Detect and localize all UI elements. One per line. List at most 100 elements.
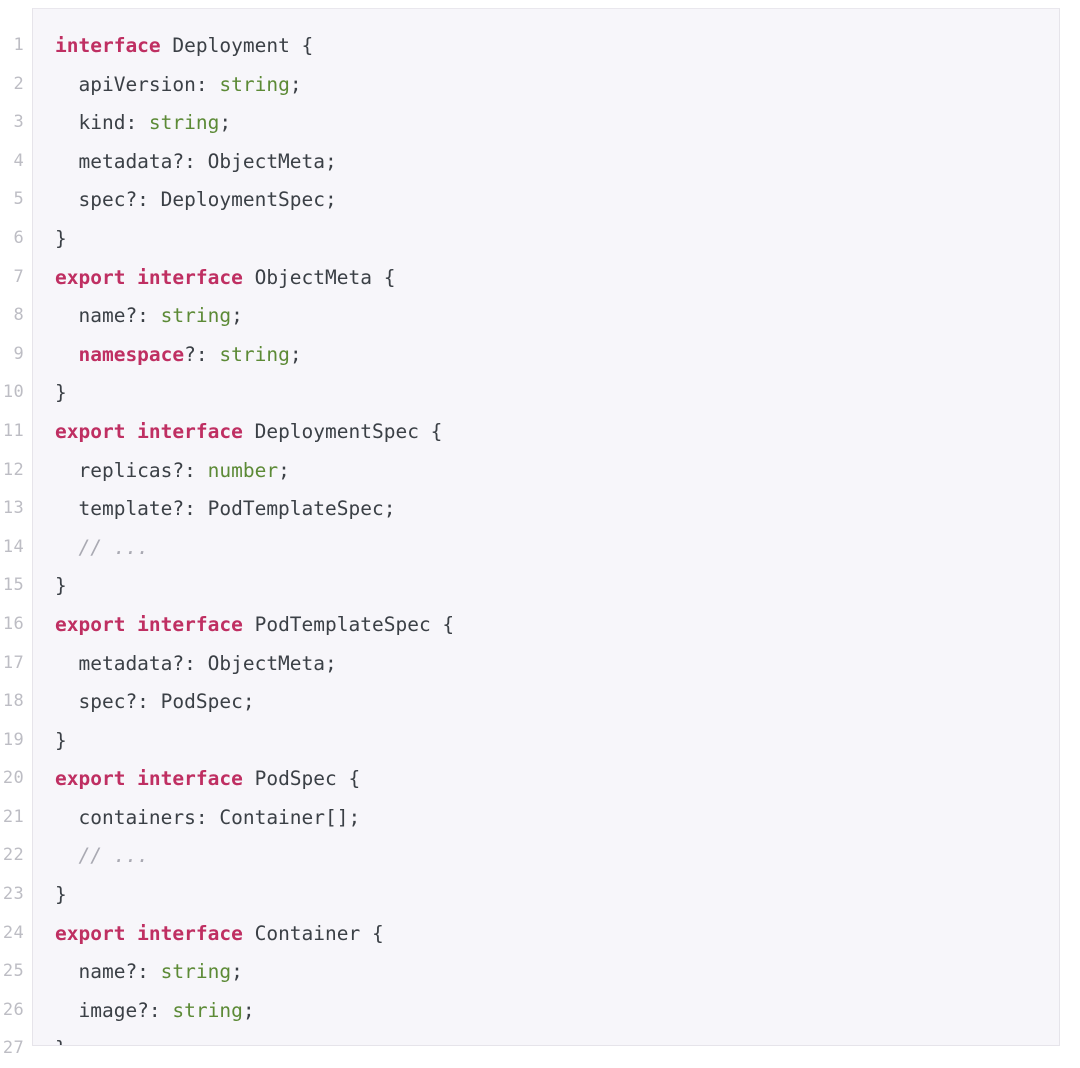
code-line[interactable]: kind: string;	[55, 104, 1059, 143]
code-token-id: ;	[289, 342, 302, 366]
code-token-typ: string	[160, 304, 232, 328]
code-line[interactable]: }	[55, 567, 1059, 606]
line-number: 22	[2, 845, 24, 866]
code-line[interactable]: // ...	[55, 837, 1059, 876]
line-number: 24	[2, 922, 24, 943]
code-token-id: DeploymentSpec {	[242, 419, 443, 443]
line-number: 3	[13, 112, 24, 133]
line-number: 18	[2, 691, 24, 712]
line-number: 2	[13, 73, 24, 94]
code-token-kw: export interface	[55, 612, 243, 636]
code-token-id: metadata?: ObjectMeta;	[55, 651, 337, 675]
line-number: 1	[13, 35, 24, 55]
code-line[interactable]: }	[55, 876, 1059, 915]
code-token-kw: export interface	[55, 767, 243, 791]
code-line[interactable]: export interface PodTemplateSpec {	[55, 606, 1059, 645]
code-line[interactable]: }	[55, 722, 1059, 761]
code-line[interactable]: // ...	[55, 529, 1059, 568]
code-token-id: ;	[242, 998, 255, 1022]
code-token-id: template?: PodTemplateSpec;	[55, 497, 396, 521]
line-number: 7	[13, 266, 24, 287]
line-number-gutter: 1 2 3 4 5 6 7 8 9 10 11 12 13 14 15 16 17 18 19 20 21 22 23 24 2…	[0, 8, 32, 1058]
code-token-id: ;	[231, 960, 243, 984]
code-line[interactable]: }	[55, 374, 1059, 413]
code-token-id: ObjectMeta {	[242, 265, 396, 289]
line-number: 20	[2, 768, 24, 789]
code-line[interactable]: metadata?: ObjectMeta;	[55, 645, 1059, 684]
code-line[interactable]: spec?: DeploymentSpec;	[55, 181, 1059, 220]
line-number: 8	[13, 305, 24, 326]
code-line[interactable]: }	[55, 1030, 1059, 1045]
code-token-id: kind:	[55, 111, 149, 135]
code-line[interactable]: }	[55, 220, 1059, 259]
line-number: 5	[13, 189, 24, 210]
code-token-id: spec?: PodSpec;	[55, 690, 255, 714]
code-line[interactable]: export interface PodSpec {	[55, 760, 1059, 799]
code-token-id: }	[55, 728, 67, 752]
line-number: 12	[2, 459, 24, 480]
code-token-kw: export interface	[55, 419, 243, 443]
line-number: 21	[2, 806, 24, 827]
code-token-id: name?:	[55, 304, 161, 328]
code-block: 1 2 3 4 5 6 7 8 9 10 11 12 13 14 15 16 17 18 19 20 21 22 23 24 2…	[0, 0, 1080, 1060]
code-line[interactable]: apiVersion: string;	[55, 66, 1059, 105]
code-token-id: }	[55, 574, 67, 598]
code-line[interactable]: interface Deployment {	[55, 27, 1059, 66]
code-token-typ: string	[160, 960, 232, 984]
code-line[interactable]: name?: string;	[55, 953, 1059, 992]
code-token-id: PodSpec {	[242, 767, 361, 791]
code-line[interactable]: export interface ObjectMeta {	[55, 259, 1059, 298]
code-token-id: containers: Container[];	[55, 805, 361, 829]
code-line[interactable]: export interface DeploymentSpec {	[55, 413, 1059, 452]
code-line[interactable]: template?: PodTemplateSpec;	[55, 490, 1059, 529]
code-token-id: ;	[289, 72, 302, 96]
code-line[interactable]: metadata?: ObjectMeta;	[55, 143, 1059, 182]
line-number: 17	[2, 652, 24, 673]
line-number: 11	[2, 420, 24, 441]
code-line[interactable]: containers: Container[];	[55, 799, 1059, 838]
code-line[interactable]: image?: string;	[55, 992, 1059, 1031]
code-token-id: image?:	[55, 998, 173, 1022]
code-token-id: metadata?: ObjectMeta;	[55, 149, 337, 173]
line-number: 23	[2, 884, 24, 905]
code-line[interactable]: namespace?: string;	[55, 336, 1059, 375]
line-number: 19	[2, 729, 24, 750]
code-token-typ: string	[219, 342, 290, 366]
line-number: 25	[2, 961, 24, 982]
code-line[interactable]: name?: string;	[55, 297, 1059, 336]
code-token-cmt: // ...	[78, 535, 149, 559]
code-token-id: Deployment {	[160, 34, 314, 57]
code-token-kw: export interface	[55, 921, 243, 945]
line-number: 16	[2, 613, 24, 634]
code-token-typ: string	[219, 72, 290, 96]
code-token-kw: namespace	[78, 342, 185, 366]
code-token-id: name?:	[55, 960, 161, 984]
code-token-id: ?:	[184, 342, 220, 366]
line-number: 9	[13, 343, 24, 364]
code-token-id: Container {	[242, 921, 384, 945]
code-token-id: }	[55, 883, 67, 907]
code-token-cmt: // ...	[78, 844, 149, 868]
code-token-id	[55, 536, 78, 559]
code-token-typ: number	[207, 458, 279, 482]
code-content-panel[interactable]: interface Deployment { apiVersion: strin…	[32, 8, 1060, 1046]
code-token-id	[55, 343, 78, 366]
code-token-id: ;	[219, 111, 232, 135]
code-line[interactable]: replicas?: number;	[55, 452, 1059, 491]
code-token-id: PodTemplateSpec {	[242, 612, 455, 636]
line-number: 15	[2, 575, 24, 596]
code-token-id: }	[55, 226, 67, 250]
code-scroll-area[interactable]: 1 2 3 4 5 6 7 8 9 10 11 12 13 14 15 16 17 18 19 20 21 22 23 24 2…	[0, 8, 1060, 1058]
code-token-id: replicas?:	[55, 458, 208, 482]
code-token-kw: interface	[55, 34, 161, 57]
line-number: 13	[2, 498, 24, 519]
code-token-id	[55, 844, 78, 867]
line-number: 14	[2, 536, 24, 557]
code-line[interactable]: export interface Container {	[55, 915, 1059, 954]
line-number: 27	[2, 1038, 24, 1059]
code-token-id: }	[55, 1037, 67, 1045]
code-line[interactable]: spec?: PodSpec;	[55, 683, 1059, 722]
line-number: 6	[13, 227, 24, 248]
line-number: 26	[2, 999, 24, 1020]
line-number: 4	[13, 150, 24, 171]
